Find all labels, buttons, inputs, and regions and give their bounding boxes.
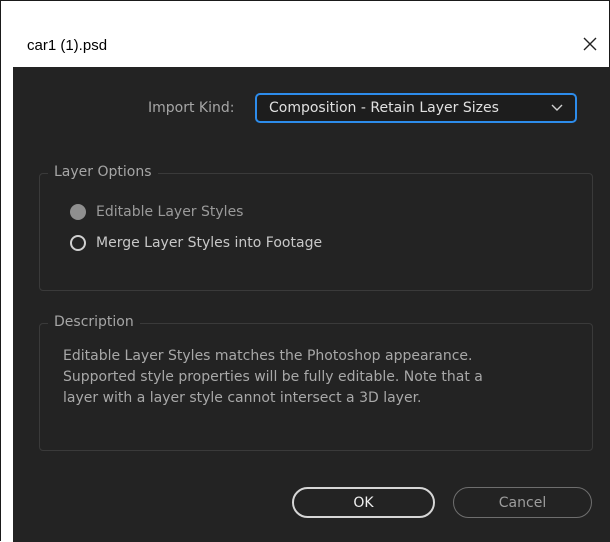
layer-options-group: Layer Options Editable Layer Styles Merg… — [39, 164, 593, 291]
import-kind-label: Import Kind: — [148, 100, 235, 116]
editable-layer-styles-label: Editable Layer Styles — [96, 204, 244, 220]
merge-layer-styles-label: Merge Layer Styles into Footage — [96, 235, 323, 251]
radio-unselected-icon — [70, 235, 86, 251]
cancel-button[interactable]: Cancel — [453, 487, 592, 518]
window-title: car1 (1).psd — [27, 37, 108, 54]
ok-button[interactable]: OK — [292, 487, 435, 518]
import-kind-dropdown[interactable]: Composition - Retain Layer Sizes — [255, 93, 577, 123]
description-text: Editable Layer Styles matches the Photos… — [63, 346, 573, 409]
description-line: Supported style properties will be fully… — [63, 369, 483, 385]
radio-selected-icon — [70, 204, 86, 220]
chevron-down-icon — [551, 104, 563, 112]
editable-layer-styles-radio[interactable]: Editable Layer Styles — [70, 204, 243, 220]
layer-options-legend: Layer Options — [48, 164, 158, 180]
merge-layer-styles-radio[interactable]: Merge Layer Styles into Footage — [70, 235, 322, 251]
title-bar: car1 (1).psd — [13, 9, 609, 67]
description-legend: Description — [48, 314, 140, 330]
import-kind-value: Composition - Retain Layer Sizes — [269, 100, 499, 116]
description-line: Editable Layer Styles matches the Photos… — [63, 348, 473, 364]
close-button[interactable] — [571, 27, 609, 61]
description-group: Description Editable Layer Styles matche… — [39, 314, 593, 451]
close-icon — [583, 37, 597, 51]
dialog-window: car1 (1).psd Import Kind: Composition - … — [0, 0, 610, 542]
description-line: layer with a layer style cannot intersec… — [63, 390, 422, 406]
dialog-body: Import Kind: Composition - Retain Layer … — [13, 67, 610, 542]
